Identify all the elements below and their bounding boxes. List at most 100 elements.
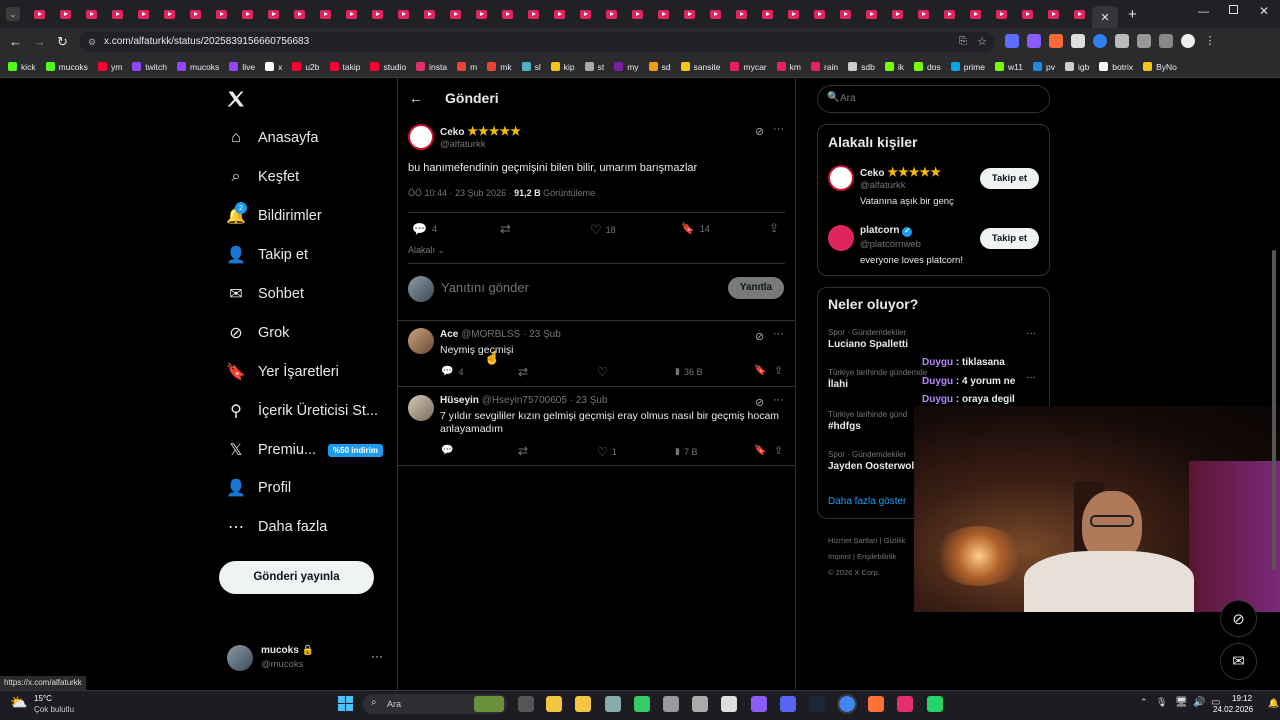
tab-favicon-icon[interactable]: [865, 9, 877, 19]
nav-item-grok[interactable]: ⊘ Grok: [226, 323, 289, 343]
footer-link[interactable]: Erişilebilirlik: [857, 552, 896, 561]
tab-favicon-icon[interactable]: [709, 9, 721, 19]
store-icon[interactable]: [575, 696, 591, 712]
like-action[interactable]: ♡ 18: [590, 222, 616, 238]
reload-icon[interactable]: ↻: [57, 34, 68, 50]
tab-favicon-icon[interactable]: [969, 9, 981, 19]
reply-author-handle[interactable]: @MORBLSS: [461, 329, 520, 340]
tab-favicon-icon[interactable]: [475, 9, 487, 19]
tab-favicon-icon[interactable]: [319, 9, 331, 19]
url-text[interactable]: x.com/alfaturkk/status/20258391566607566…: [104, 36, 309, 47]
tab-favicon-icon[interactable]: [371, 9, 383, 19]
extension-icon[interactable]: [1027, 34, 1041, 48]
trend-item[interactable]: Türkiye tarihinde günd #hdfgs: [828, 410, 907, 432]
trend-item[interactable]: Spor · Gündemdekiler Jayden Oosterwolde: [828, 450, 926, 472]
volume-icon[interactable]: 🔊: [1193, 697, 1205, 708]
bookmark-item[interactable]: botrix: [1099, 62, 1133, 72]
trend-more-icon[interactable]: ···: [1026, 328, 1036, 339]
bookmark-item[interactable]: prime: [950, 62, 985, 72]
reply-author-name[interactable]: Hüseyin: [440, 395, 479, 406]
forward-icon[interactable]: →: [33, 34, 46, 49]
tab-active[interactable]: ✕: [1092, 6, 1118, 28]
extension-icon[interactable]: [1049, 34, 1063, 48]
tweet-author-name[interactable]: Ceko: [440, 127, 464, 138]
site-info-icon[interactable]: ⚙: [88, 32, 96, 52]
trend-more-icon[interactable]: ···: [1026, 372, 1036, 383]
tab-favicon-icon[interactable]: [189, 9, 201, 19]
retweet-icon[interactable]: ⇄: [500, 221, 511, 237]
app-icon[interactable]: [634, 696, 650, 712]
tray-chevron-icon[interactable]: ⌃: [1140, 697, 1148, 708]
retweet-icon[interactable]: ⇄: [518, 444, 528, 458]
nav-item-person-add[interactable]: 👤 Takip et: [226, 245, 308, 265]
app-icon[interactable]: [663, 696, 679, 712]
tab-favicon-icon[interactable]: [111, 9, 123, 19]
tab-favicon-icon[interactable]: [917, 9, 929, 19]
bookmark-item[interactable]: kip: [550, 62, 575, 72]
bookmark-item[interactable]: my: [614, 62, 639, 72]
reply-action[interactable]: 💬 4: [412, 222, 437, 236]
tab-search-button[interactable]: ⌄: [6, 7, 20, 21]
whatsapp-icon[interactable]: [927, 696, 943, 712]
reply-more-icon[interactable]: ···: [773, 328, 784, 340]
trend-item[interactable]: Türkiye tarihinde gündemde İlahi: [828, 368, 927, 390]
bookmark-icon[interactable]: 🔖: [754, 445, 766, 456]
reply-date[interactable]: 23 Şub: [529, 329, 561, 340]
retweet-icon[interactable]: ⇄: [518, 365, 528, 379]
tab-favicon-icon[interactable]: [449, 9, 461, 19]
tab-favicon-icon[interactable]: [891, 9, 903, 19]
tab-favicon-icon[interactable]: [605, 9, 617, 19]
bookmark-item[interactable]: st: [584, 62, 604, 72]
share-icon[interactable]: ⇪: [769, 221, 779, 235]
bookmark-item[interactable]: sd: [648, 62, 671, 72]
tab-favicon-icon[interactable]: [761, 9, 773, 19]
more-icon[interactable]: ···: [371, 649, 383, 663]
star-bookmark-icon[interactable]: ☆: [977, 32, 987, 52]
nav-item-home[interactable]: ⌂ Anasayfa: [226, 128, 318, 148]
footer-link[interactable]: Hizmet Şartları: [828, 536, 878, 545]
tab-favicon-icon[interactable]: [995, 9, 1007, 19]
instagram-icon[interactable]: [897, 696, 913, 712]
weather-desc[interactable]: Çok bulutlu: [34, 705, 74, 714]
bookmark-item[interactable]: pv: [1032, 62, 1055, 72]
nav-item-search[interactable]: ⌕ Keşfet: [226, 167, 300, 187]
firefox-icon[interactable]: [868, 696, 884, 712]
nav-item-x-logo[interactable]: 𝕏 Premiu... %50 indirim: [226, 440, 383, 460]
tab-favicon-icon[interactable]: [33, 9, 45, 19]
settings-icon[interactable]: [605, 696, 621, 712]
tab-favicon-icon[interactable]: [553, 9, 565, 19]
tab-favicon-icon[interactable]: [1047, 9, 1059, 19]
notification-icon[interactable]: 🔔: [1268, 698, 1279, 709]
task-view-icon[interactable]: [518, 696, 534, 712]
nav-item-bookmark[interactable]: 🔖 Yer İşaretleri: [226, 362, 339, 382]
show-more-link[interactable]: Daha fazla göster: [828, 496, 906, 507]
bookmark-item[interactable]: takip: [329, 62, 360, 72]
bookmark-item[interactable]: igb: [1064, 62, 1089, 72]
bookmark-item[interactable]: mk: [487, 62, 512, 72]
bookmark-item[interactable]: studio: [370, 62, 406, 72]
tab-favicon-icon[interactable]: [1021, 9, 1033, 19]
bookmark-action[interactable]: 🔖 14: [681, 222, 710, 235]
reply-avatar[interactable]: [408, 395, 434, 421]
reply-submit-button[interactable]: Yanıtla: [728, 277, 784, 299]
reply-action[interactable]: 💬 4: [441, 366, 463, 377]
extension-icon[interactable]: [1005, 34, 1019, 48]
app-icon[interactable]: [721, 696, 737, 712]
share-icon[interactable]: ⇪: [774, 444, 783, 457]
app-icon[interactable]: [692, 696, 708, 712]
weather-icon[interactable]: ⛅: [10, 694, 27, 711]
bookmark-item[interactable]: twitch: [132, 62, 167, 72]
bookmark-item[interactable]: mucoks: [177, 62, 219, 72]
back-icon[interactable]: ←: [9, 34, 22, 49]
person-name[interactable]: Ceko: [860, 168, 884, 179]
bookmark-item[interactable]: insta: [416, 62, 447, 72]
views-action[interactable]: ▮ 36 B: [675, 366, 702, 377]
clock-time[interactable]: 19:12: [1232, 694, 1252, 703]
bookmark-item[interactable]: kick: [8, 62, 36, 72]
extension-icon[interactable]: [1115, 34, 1129, 48]
tab-favicon-icon[interactable]: [683, 9, 695, 19]
restore-icon[interactable]: [1229, 5, 1238, 14]
reply-icon[interactable]: 💬: [441, 445, 453, 456]
tab-favicon-icon[interactable]: [293, 9, 305, 19]
bookmark-item[interactable]: ik: [884, 62, 904, 72]
